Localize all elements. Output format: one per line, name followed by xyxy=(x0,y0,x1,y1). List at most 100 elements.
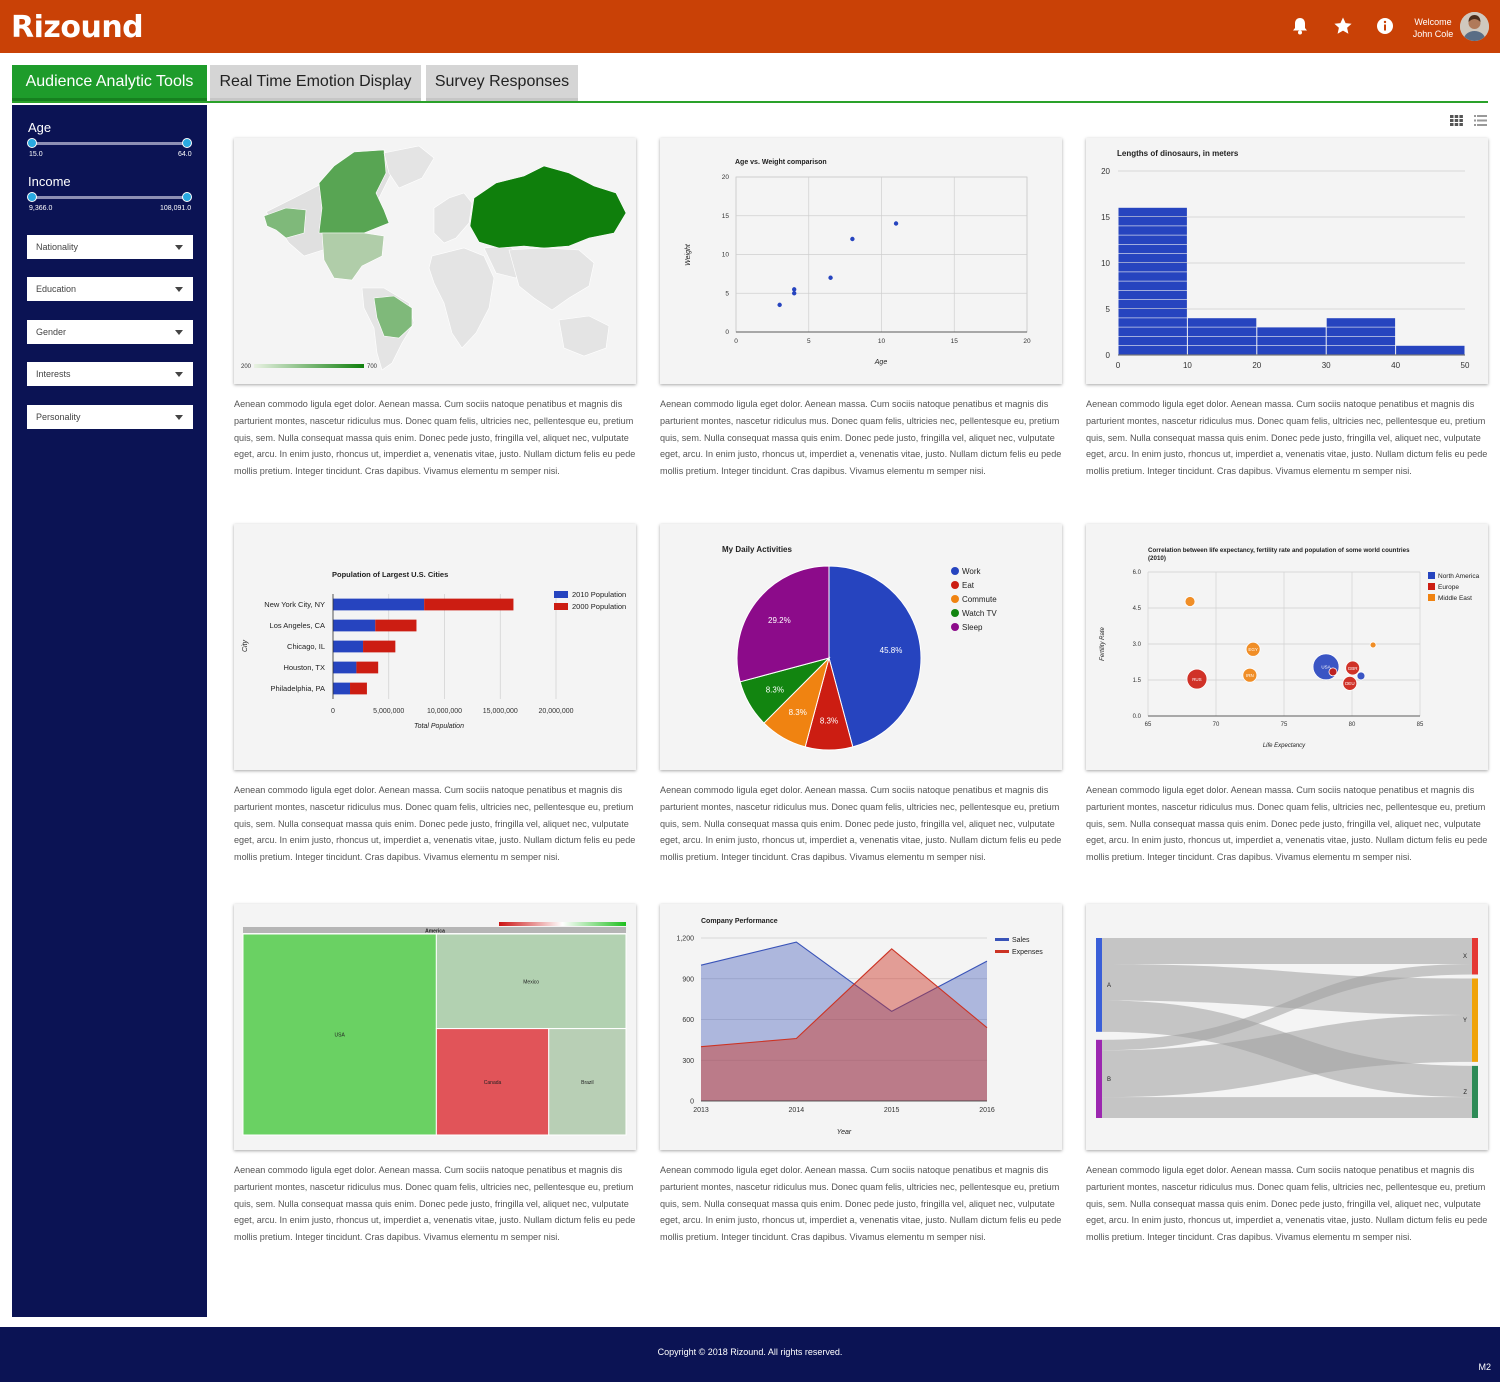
histogram-bar[interactable] xyxy=(1118,272,1187,281)
population-bar[interactable] xyxy=(363,640,396,653)
personality-dropdown[interactable]: Personality xyxy=(27,405,193,429)
histogram-bar[interactable] xyxy=(1118,253,1187,263)
brand-logo[interactable]: Rizound xyxy=(11,10,144,45)
population-bar[interactable] xyxy=(424,598,514,611)
bell-icon[interactable] xyxy=(1289,15,1311,37)
nationality-dropdown[interactable]: Nationality xyxy=(27,235,193,259)
australia-region[interactable] xyxy=(558,315,610,357)
histogram-bar[interactable] xyxy=(1118,217,1187,226)
star-icon[interactable] xyxy=(1332,15,1354,37)
list-view-icon[interactable] xyxy=(1474,113,1487,126)
chevron-down-icon xyxy=(175,415,183,420)
histogram-bar[interactable] xyxy=(1257,336,1326,346)
histogram-bar[interactable] xyxy=(1326,327,1396,336)
age-slider-max-handle[interactable] xyxy=(182,138,192,148)
data-point[interactable] xyxy=(893,221,899,226)
x-tick-label: 10,000,000 xyxy=(427,708,462,715)
bubble[interactable] xyxy=(1184,596,1196,607)
histogram-bar[interactable] xyxy=(1118,299,1187,309)
education-dropdown[interactable]: Education xyxy=(27,277,193,301)
category-label: Los Angeles, CA xyxy=(270,621,325,630)
population-bar[interactable] xyxy=(333,598,425,611)
histogram-bar[interactable] xyxy=(1326,336,1396,346)
bubble[interactable] xyxy=(1369,641,1377,649)
data-point[interactable] xyxy=(792,291,797,296)
tab-audience-analytic-tools[interactable]: Audience Analytic Tools xyxy=(12,65,207,101)
legend-label: Sales xyxy=(1012,937,1030,944)
bubble[interactable] xyxy=(1328,667,1338,677)
russia-region[interactable] xyxy=(469,165,627,249)
population-bar[interactable] xyxy=(333,661,357,674)
sankey-node[interactable] xyxy=(1472,1065,1478,1118)
sankey-node[interactable] xyxy=(1096,938,1102,1032)
histogram-bar[interactable] xyxy=(1326,345,1396,355)
histogram-bar[interactable] xyxy=(1118,235,1187,244)
legend-swatch xyxy=(951,567,959,575)
x-tick-label: 30 xyxy=(1322,361,1331,370)
sankey-card: A B X Y Z xyxy=(1086,904,1488,1150)
histogram-bar[interactable] xyxy=(1187,345,1257,355)
data-point[interactable] xyxy=(792,287,797,292)
histogram-bar[interactable] xyxy=(1118,290,1187,300)
legend-swatch xyxy=(554,591,568,598)
histogram-bar[interactable] xyxy=(1118,226,1187,235)
tab-real-time-emotion-display[interactable]: Real Time Emotion Display xyxy=(210,65,421,101)
histogram-bar[interactable] xyxy=(1118,327,1187,336)
histogram-bar[interactable] xyxy=(1118,336,1187,346)
avatar[interactable] xyxy=(1460,12,1489,41)
sankey-node[interactable] xyxy=(1472,938,1478,975)
data-point[interactable] xyxy=(828,275,833,280)
legend-swatch xyxy=(1428,594,1435,601)
histogram-bar[interactable] xyxy=(1118,263,1187,272)
population-bar[interactable] xyxy=(333,682,351,695)
sankey-node[interactable] xyxy=(1472,978,1478,1062)
population-bar[interactable] xyxy=(375,619,417,632)
tab-survey-responses[interactable]: Survey Responses xyxy=(426,65,578,101)
population-bar[interactable] xyxy=(333,640,364,653)
age-slider-min-handle[interactable] xyxy=(27,138,37,148)
age-slider-track[interactable] xyxy=(32,142,187,145)
histogram-bar[interactable] xyxy=(1118,207,1187,217)
data-point[interactable] xyxy=(777,302,782,308)
sankey-link[interactable] xyxy=(1102,1097,1472,1118)
europe-region[interactable] xyxy=(433,192,473,244)
histogram-bar[interactable] xyxy=(1187,318,1257,327)
y-tick-label: 20 xyxy=(1101,167,1110,176)
histogram-bar[interactable] xyxy=(1257,327,1326,336)
chart-description: Aenean commodo ligula eget dolor. Aenean… xyxy=(234,1165,636,1243)
income-label: Income xyxy=(28,174,71,189)
treemap-cell-label: USA xyxy=(335,1033,346,1039)
histogram-bar[interactable] xyxy=(1118,345,1187,355)
histogram-bar[interactable] xyxy=(1118,318,1187,327)
income-slider-max-handle[interactable] xyxy=(182,192,192,202)
chart-title: My Daily Activities xyxy=(722,545,793,554)
sankey-node-label: A xyxy=(1107,983,1111,989)
data-point[interactable] xyxy=(850,236,855,242)
population-bar[interactable] xyxy=(350,682,367,695)
info-icon[interactable] xyxy=(1374,15,1396,37)
sankey-node[interactable] xyxy=(1096,1039,1102,1118)
greenland-region[interactable] xyxy=(383,145,435,189)
bubble[interactable] xyxy=(1356,671,1366,681)
sankey-link[interactable] xyxy=(1102,938,1472,965)
histogram-bar[interactable] xyxy=(1187,336,1257,346)
histogram-bar[interactable] xyxy=(1257,345,1326,355)
histogram-bar[interactable] xyxy=(1326,318,1396,327)
population-bar[interactable] xyxy=(356,661,379,674)
interests-dropdown[interactable]: Interests xyxy=(27,362,193,386)
population-bar[interactable] xyxy=(333,619,376,632)
histogram-bar[interactable] xyxy=(1118,309,1187,318)
gender-dropdown[interactable]: Gender xyxy=(27,320,193,344)
histogram-chart: Lengths of dinosaurs, in meters 0 5 10 15 20… xyxy=(1101,149,1470,370)
histogram-bar[interactable] xyxy=(1187,327,1257,336)
africa-region[interactable] xyxy=(428,247,495,349)
histogram-bar[interactable] xyxy=(1118,281,1187,290)
income-slider-track[interactable] xyxy=(32,196,187,199)
asia-region[interactable] xyxy=(508,247,595,311)
histogram-bar[interactable] xyxy=(1396,345,1465,355)
grid-view-icon[interactable] xyxy=(1450,113,1463,126)
legend-label: Eat xyxy=(962,581,975,590)
usa-region[interactable] xyxy=(321,232,385,281)
income-slider-min-handle[interactable] xyxy=(27,192,37,202)
histogram-bar[interactable] xyxy=(1118,244,1187,254)
